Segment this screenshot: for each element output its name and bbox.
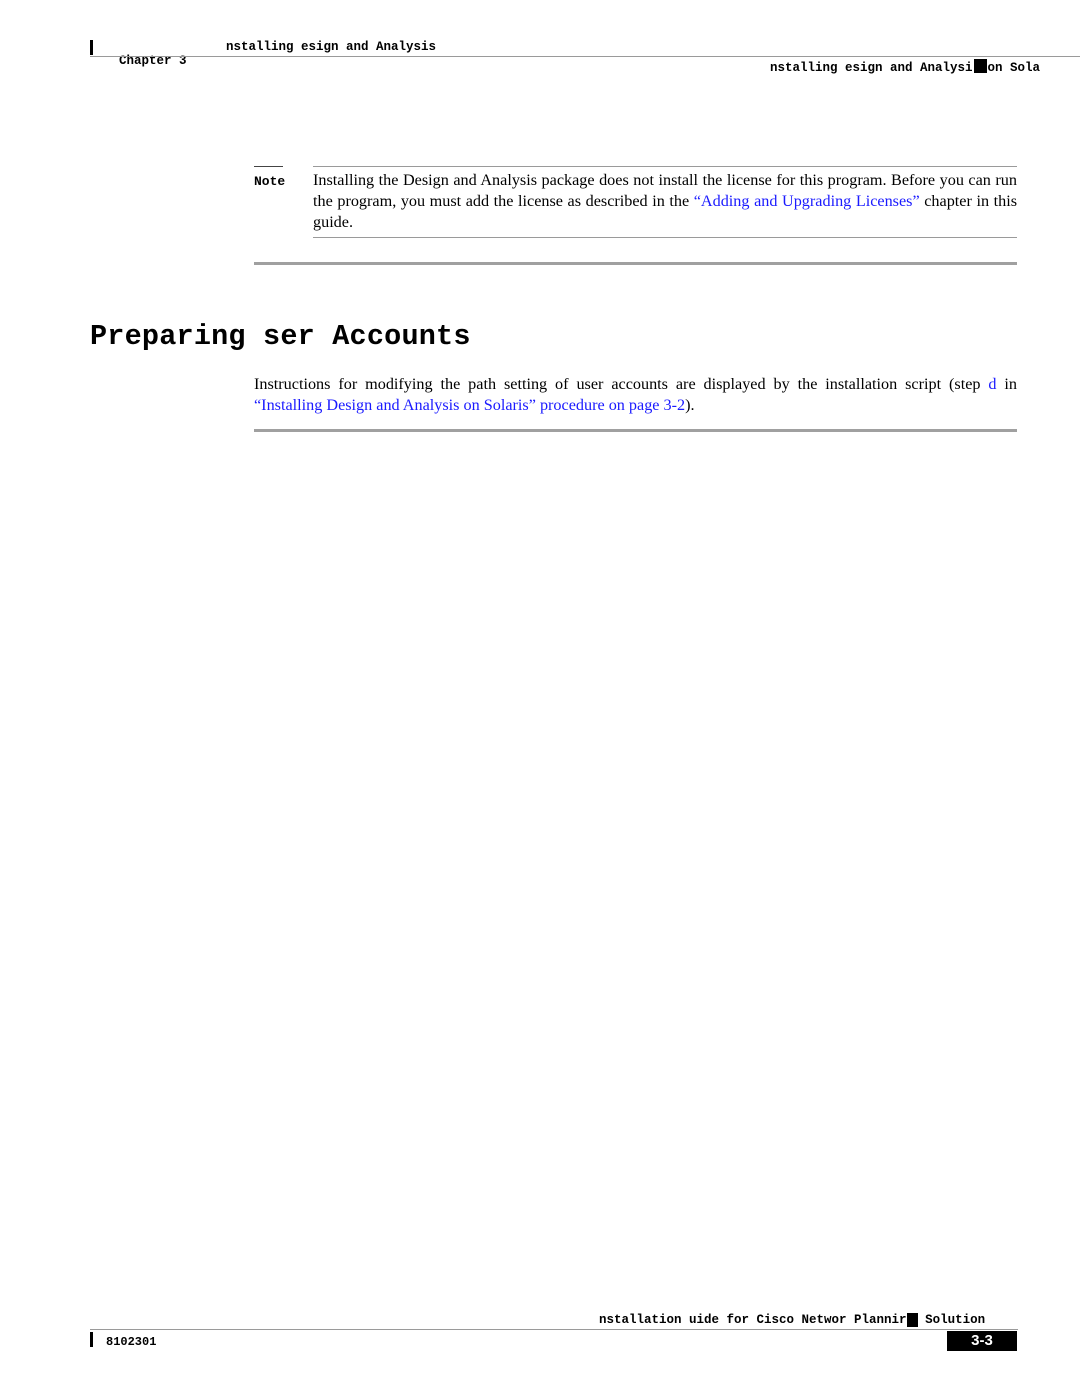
footer-rule: [90, 1329, 1018, 1330]
note-marker-rule: [254, 166, 283, 167]
step-d-link[interactable]: d: [988, 375, 996, 393]
adding-upgrading-licenses-link[interactable]: “Adding and Upgrading Licenses”: [694, 192, 920, 210]
note-text: Installing the Design and Analysis packa…: [313, 170, 1017, 233]
running-header-right: nstalling esign and Analysi on Sola: [770, 59, 1040, 75]
body-text-before: Instructions for modifying the path sett…: [254, 375, 989, 393]
page-number: 3-3: [947, 1331, 1017, 1351]
body-text-after: ).: [685, 396, 695, 414]
redaction-block: [906, 1313, 918, 1327]
section-title-left: nstalling esign and Analysi: [770, 61, 973, 75]
header-change-bar: [90, 40, 93, 55]
note-bottom-rule: [313, 237, 1017, 238]
redaction-block: [973, 59, 987, 73]
running-header-left: Chapter 3 nstalling esign and Analysis: [104, 40, 436, 82]
section-end-divider: [254, 429, 1017, 432]
section-body: Instructions for modifying the path sett…: [254, 374, 1017, 416]
section-divider: [254, 262, 1017, 265]
note-top-rule: [313, 166, 1017, 167]
guide-title-right: Solution: [925, 1313, 986, 1327]
header-rule: [90, 56, 1080, 57]
installing-on-solaris-link[interactable]: “Installing Design and Analysis on Solar…: [254, 396, 685, 414]
running-footer-title: nstallation uide for Cisco Networ Planni…: [599, 1313, 985, 1327]
section-heading: Preparing ser Accounts: [90, 320, 471, 353]
section-title-right: on Sola: [987, 61, 1041, 75]
doc-number: 8102301: [106, 1335, 157, 1349]
guide-title-left: nstallation uide for Cisco Networ Planni…: [599, 1313, 907, 1327]
footer-change-bar: [90, 1332, 93, 1347]
note-label: Note: [254, 174, 286, 189]
chapter-title: nstalling esign and Analysis: [226, 40, 437, 54]
body-text-middle: in: [996, 375, 1018, 393]
